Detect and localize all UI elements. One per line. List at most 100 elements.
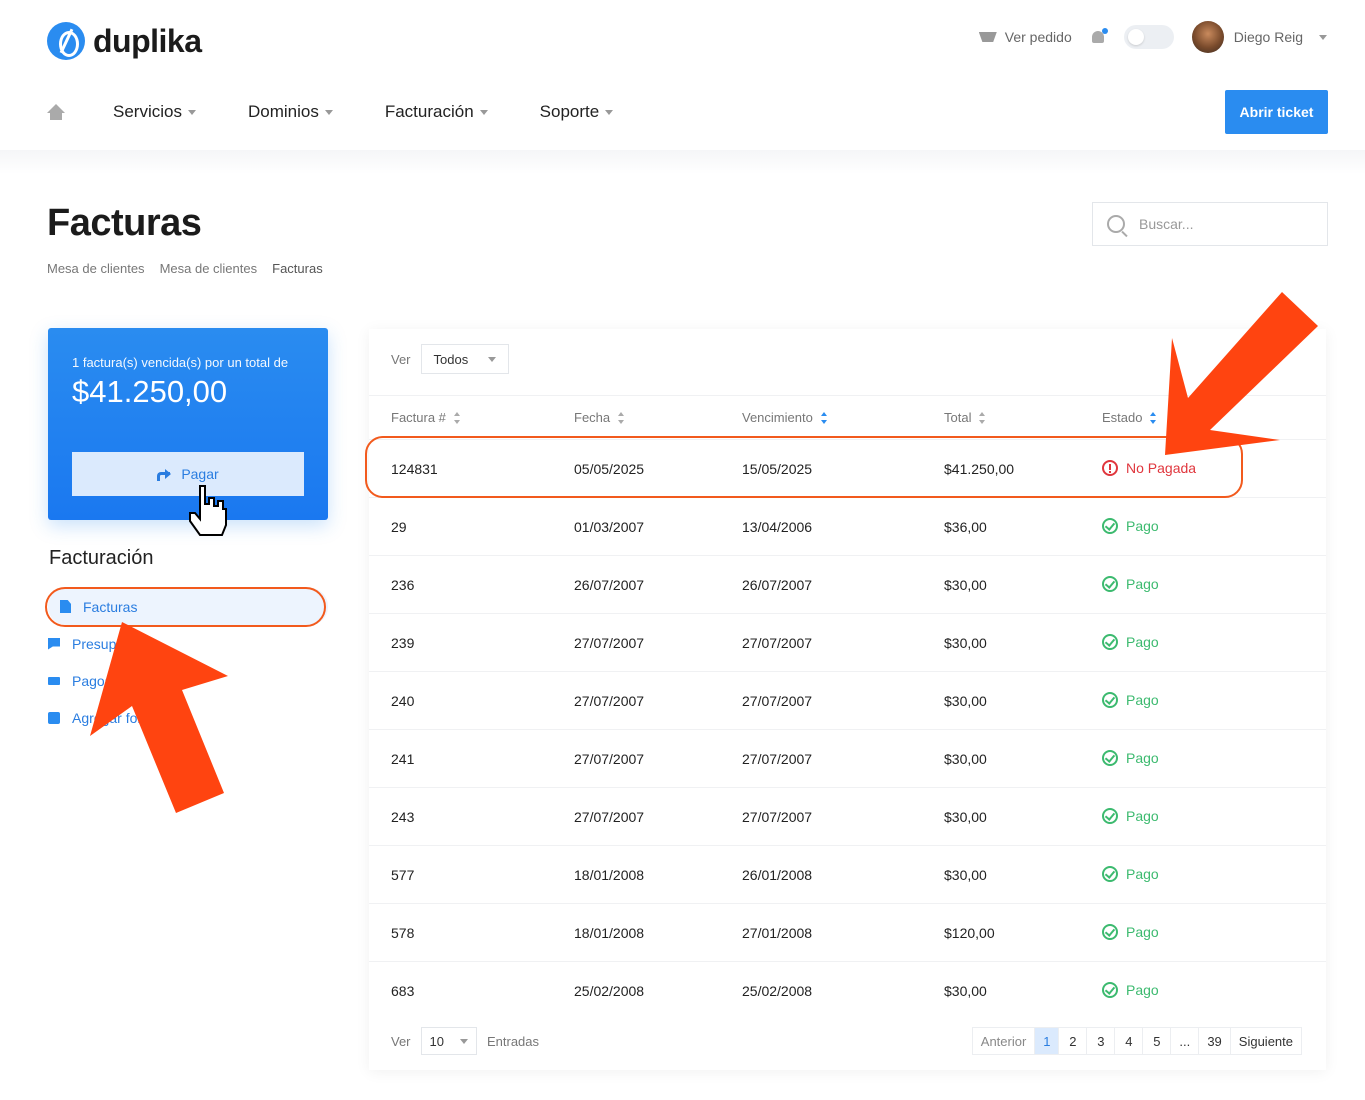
pagination-page[interactable]: 4 [1114,1028,1142,1054]
table-row[interactable]: 577 18/01/2008 26/01/2008 $30,00 Pago [369,845,1326,903]
user-menu[interactable]: Diego Reig [1191,21,1327,53]
search-input[interactable] [1139,216,1299,232]
home-icon[interactable] [47,104,65,120]
invoice-date: 05/05/2025 [574,461,645,477]
table-row[interactable]: 241 27/07/2007 27/07/2007 $30,00 Pago [369,729,1326,787]
pagination-page[interactable]: 2 [1058,1028,1086,1054]
invoice-total: $30,00 [944,809,987,825]
money-icon [48,676,60,685]
pay-button[interactable]: Pagar [72,452,304,496]
chat-icon [48,637,60,650]
invoice-total: $30,00 [944,983,987,999]
breadcrumb-item[interactable]: Mesa de clientes [160,261,258,276]
pagination-page[interactable]: 1 [1034,1028,1059,1054]
chevron-down-icon [459,1038,468,1044]
sidebar-item-agregar-fondos[interactable]: Agregar fondos [48,699,328,736]
table-row[interactable]: 578 18/01/2008 27/01/2008 $120,00 Pago [369,903,1326,961]
pagination-page[interactable]: 3 [1086,1028,1114,1054]
status-badge: Pago [1102,924,1159,940]
table-row[interactable]: 239 27/07/2007 27/07/2007 $30,00 Pago [369,613,1326,671]
column-header-due[interactable]: Vencimiento [742,410,828,425]
top-header: duplika Ver pedido Diego Reig Servicios … [0,0,1365,150]
pagination-previous[interactable]: Anterior [973,1028,1035,1054]
sidebar-item-presupuestos[interactable]: Presupuestos [48,625,328,662]
invoice-date: 27/07/2007 [574,751,645,767]
invoice-id: 236 [391,577,415,593]
table-row[interactable]: 124831 05/05/2025 15/05/2025 $41.250,00 … [369,439,1326,497]
sidebar-item-label: Facturas [83,598,138,615]
nav-facturacion[interactable]: Facturación [385,102,488,122]
invoice-date: 18/01/2008 [574,867,645,883]
breadcrumb-item[interactable]: Mesa de clientes [47,261,145,276]
invoice-id: 683 [391,983,415,999]
invoice-date: 27/07/2007 [574,635,645,651]
overdue-amount: $41.250,00 [72,374,228,409]
invoice-total: $30,00 [944,577,987,593]
sidebar-item-pagos[interactable]: Pagos [48,662,328,699]
nav-soporte[interactable]: Soporte [540,102,614,122]
invoice-due: 27/07/2007 [742,751,813,767]
page-length-select[interactable]: 10 [420,1027,477,1055]
invoice-id: 243 [391,809,415,825]
status-badge: Pago [1102,518,1159,534]
sort-icon [453,411,461,424]
column-header-status[interactable]: Estado [1102,410,1157,425]
breadcrumb-item: Facturas [272,261,323,276]
nav-servicios[interactable]: Servicios [113,102,196,122]
document-icon [60,600,71,613]
filter-value: Todos [433,351,469,367]
check-circle-icon [1102,866,1118,882]
chevron-down-icon [479,109,488,115]
pagination-page[interactable]: 39 [1198,1028,1229,1054]
sidebar-item-label: Pagos [72,672,112,689]
page-title: Facturas [47,202,202,244]
pagination-page[interactable]: 5 [1142,1028,1170,1054]
pagination-next[interactable]: Siguiente [1229,1028,1301,1054]
table-row[interactable]: 236 26/07/2007 26/07/2007 $30,00 Pago [369,555,1326,613]
view-cart-link[interactable]: Ver pedido [979,29,1072,45]
search-box [1092,202,1328,246]
invoice-due: 15/05/2025 [742,461,813,477]
brand-logo[interactable]: duplika [47,22,202,60]
sidebar-menu: Facturas Presupuestos Pagos Agregar fond… [48,588,328,736]
invoice-id: 240 [391,693,415,709]
theme-toggle[interactable] [1123,25,1174,49]
status-badge: Pago [1102,692,1159,708]
check-circle-icon [1102,518,1118,534]
invoice-id: 124831 [391,461,438,477]
check-circle-icon [1102,634,1118,650]
overdue-label: 1 factura(s) vencida(s) por un total de [72,355,289,370]
column-header-total[interactable]: Total [944,410,986,425]
check-circle-icon [1102,808,1118,824]
table-row[interactable]: 240 27/07/2007 27/07/2007 $30,00 Pago [369,671,1326,729]
sidebar-item-facturas[interactable]: Facturas [48,588,328,625]
column-header-date[interactable]: Fecha [574,410,625,425]
invoice-total: $30,00 [944,693,987,709]
invoice-date: 01/03/2007 [574,519,645,535]
column-header-invoice[interactable]: Factura # [391,410,461,425]
sort-icon [979,411,986,424]
overdue-card: 1 factura(s) vencida(s) por un total de … [48,328,328,520]
invoice-due: 27/07/2007 [742,693,813,709]
invoice-due: 27/07/2007 [742,809,813,825]
sort-icon [618,411,625,424]
nav-dominios[interactable]: Dominios [248,102,333,122]
sidebar-item-label: Presupuestos [72,635,158,652]
table-row[interactable]: 683 25/02/2008 25/02/2008 $30,00 Pago [369,961,1326,1019]
table-body: 124831 05/05/2025 15/05/2025 $41.250,00 … [369,439,1326,1019]
header-divider [0,150,1365,174]
notifications-icon[interactable] [1090,28,1108,46]
table-row[interactable]: 29 01/03/2007 13/04/2006 $36,00 Pago [369,497,1326,555]
check-circle-icon [1102,576,1118,592]
invoice-date: 18/01/2008 [574,925,645,941]
table-row[interactable]: 243 27/07/2007 27/07/2007 $30,00 Pago [369,787,1326,845]
status-filter-select[interactable]: Todos [420,344,510,374]
length-label: Ver [391,1033,411,1049]
invoice-total: $36,00 [944,519,987,535]
chevron-down-icon [605,109,614,115]
length-suffix: Entradas [486,1033,540,1049]
invoice-total: $41.250,00 [944,461,1015,477]
open-ticket-button[interactable]: Abrir ticket [1225,90,1328,134]
status-badge: Pago [1102,866,1159,882]
status-badge: Pago [1102,576,1159,592]
